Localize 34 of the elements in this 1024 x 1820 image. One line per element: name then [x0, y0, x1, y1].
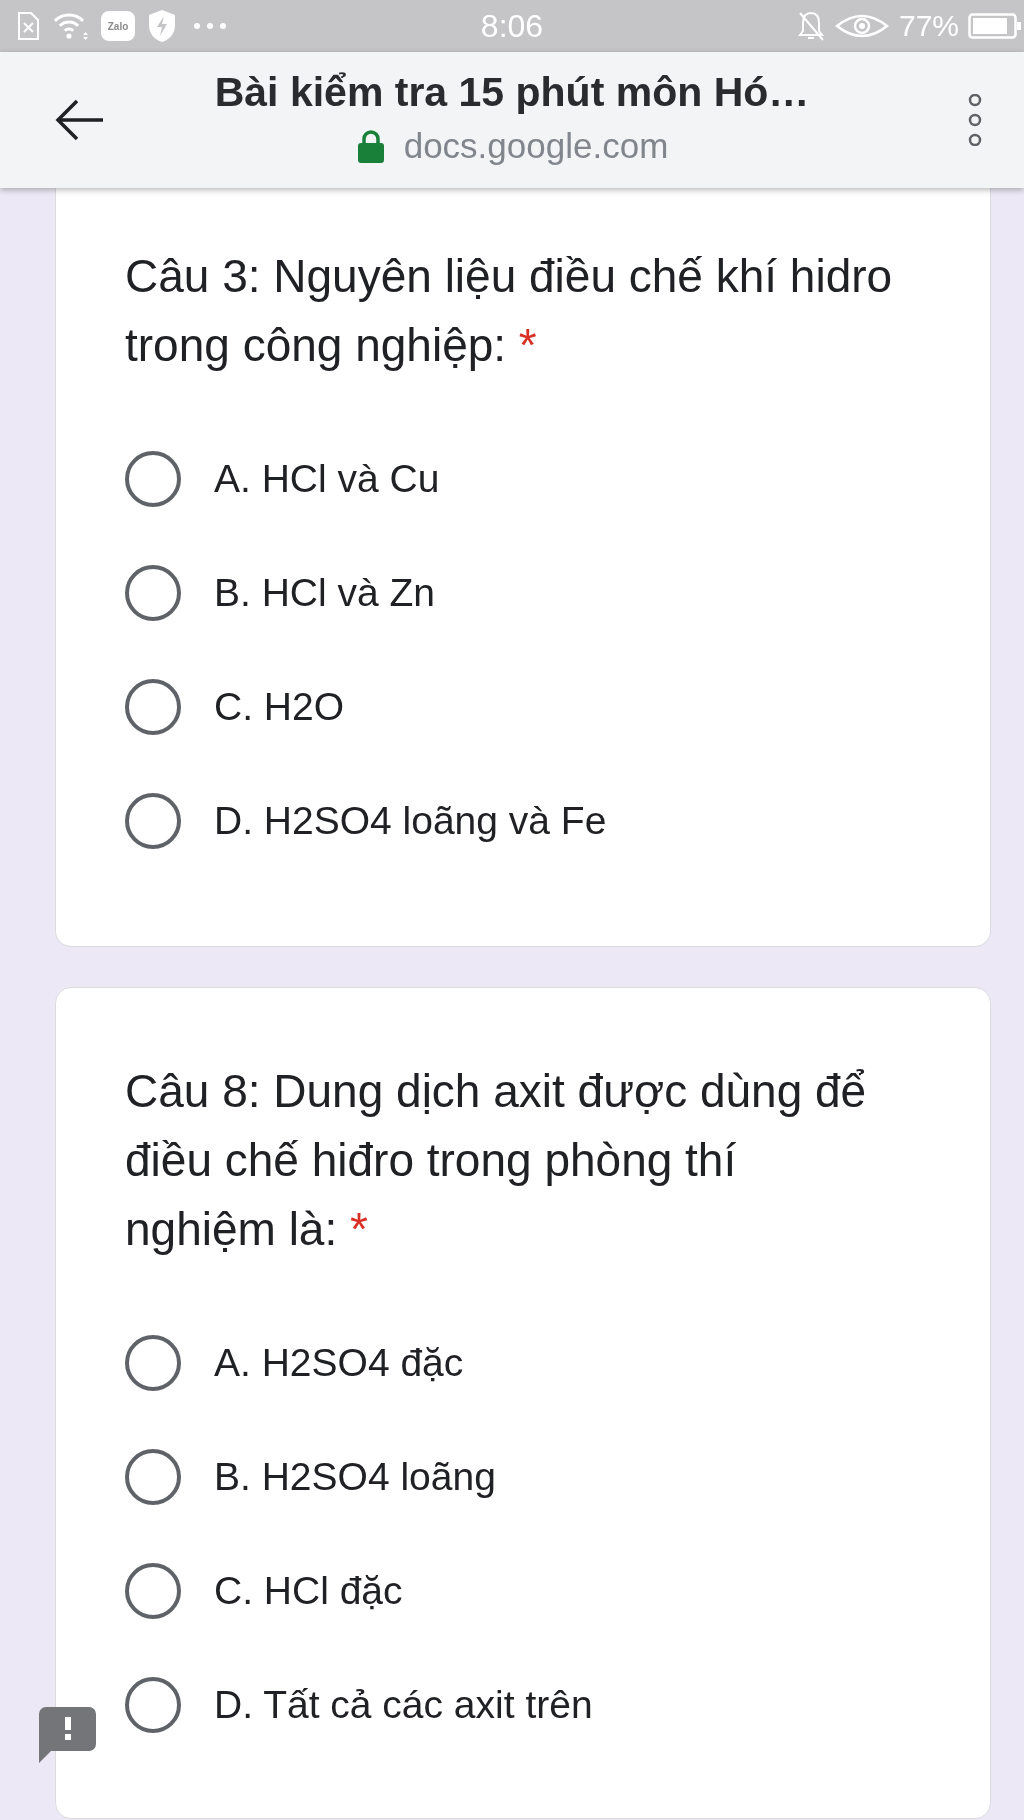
shield-bolt-icon [147, 9, 177, 43]
option-label: C. HCl đặc [214, 1568, 403, 1614]
option-label: A. HCl và Cu [214, 456, 440, 502]
radio-button[interactable] [125, 679, 181, 735]
eye-icon [833, 12, 890, 40]
wifi-icon [52, 11, 89, 41]
lock-icon [355, 129, 386, 163]
back-arrow-icon[interactable] [55, 98, 105, 142]
clock-time: 8:06 [480, 7, 544, 46]
battery-icon [968, 12, 1022, 40]
battery-percent: 77% [898, 8, 959, 44]
radio-button[interactable] [125, 565, 181, 621]
option-label: B. HCl và Zn [214, 570, 436, 616]
radio-button[interactable] [125, 793, 181, 849]
option-label: C. H2O [214, 684, 345, 730]
radio-button[interactable] [125, 1449, 181, 1505]
page-url: docs.google.com [403, 125, 669, 167]
more-menu-icon[interactable] [967, 94, 983, 146]
report-problem-icon[interactable] [39, 1707, 96, 1763]
radio-button[interactable] [125, 1563, 181, 1619]
muted-bell-icon [796, 10, 825, 42]
page-title: Bài kiểm tra 15 phút môn Hó… [214, 68, 810, 117]
no-sim-icon [17, 11, 40, 41]
app-logo: Zalo [101, 11, 135, 41]
radio-button[interactable] [125, 1335, 181, 1391]
option-label: A. H2SO4 đặc [214, 1340, 464, 1386]
more-dots-icon [193, 22, 227, 30]
option-label: D. Tất cả các axit trên [214, 1682, 593, 1728]
option-label: D. H2SO4 loãng và Fe [214, 798, 607, 844]
question-text: Câu 3: Nguyên liệu điều chế khí hidro trong công nghiệp: * [125, 249, 894, 373]
option-label: B. H2SO4 loãng [214, 1454, 496, 1500]
question-text: Câu 8: Dung dịch axit được dùng để điều chế hiđro trong phòng thí nghiệm là: * [125, 1064, 868, 1257]
radio-button[interactable] [125, 1677, 181, 1733]
radio-button[interactable] [125, 451, 181, 507]
